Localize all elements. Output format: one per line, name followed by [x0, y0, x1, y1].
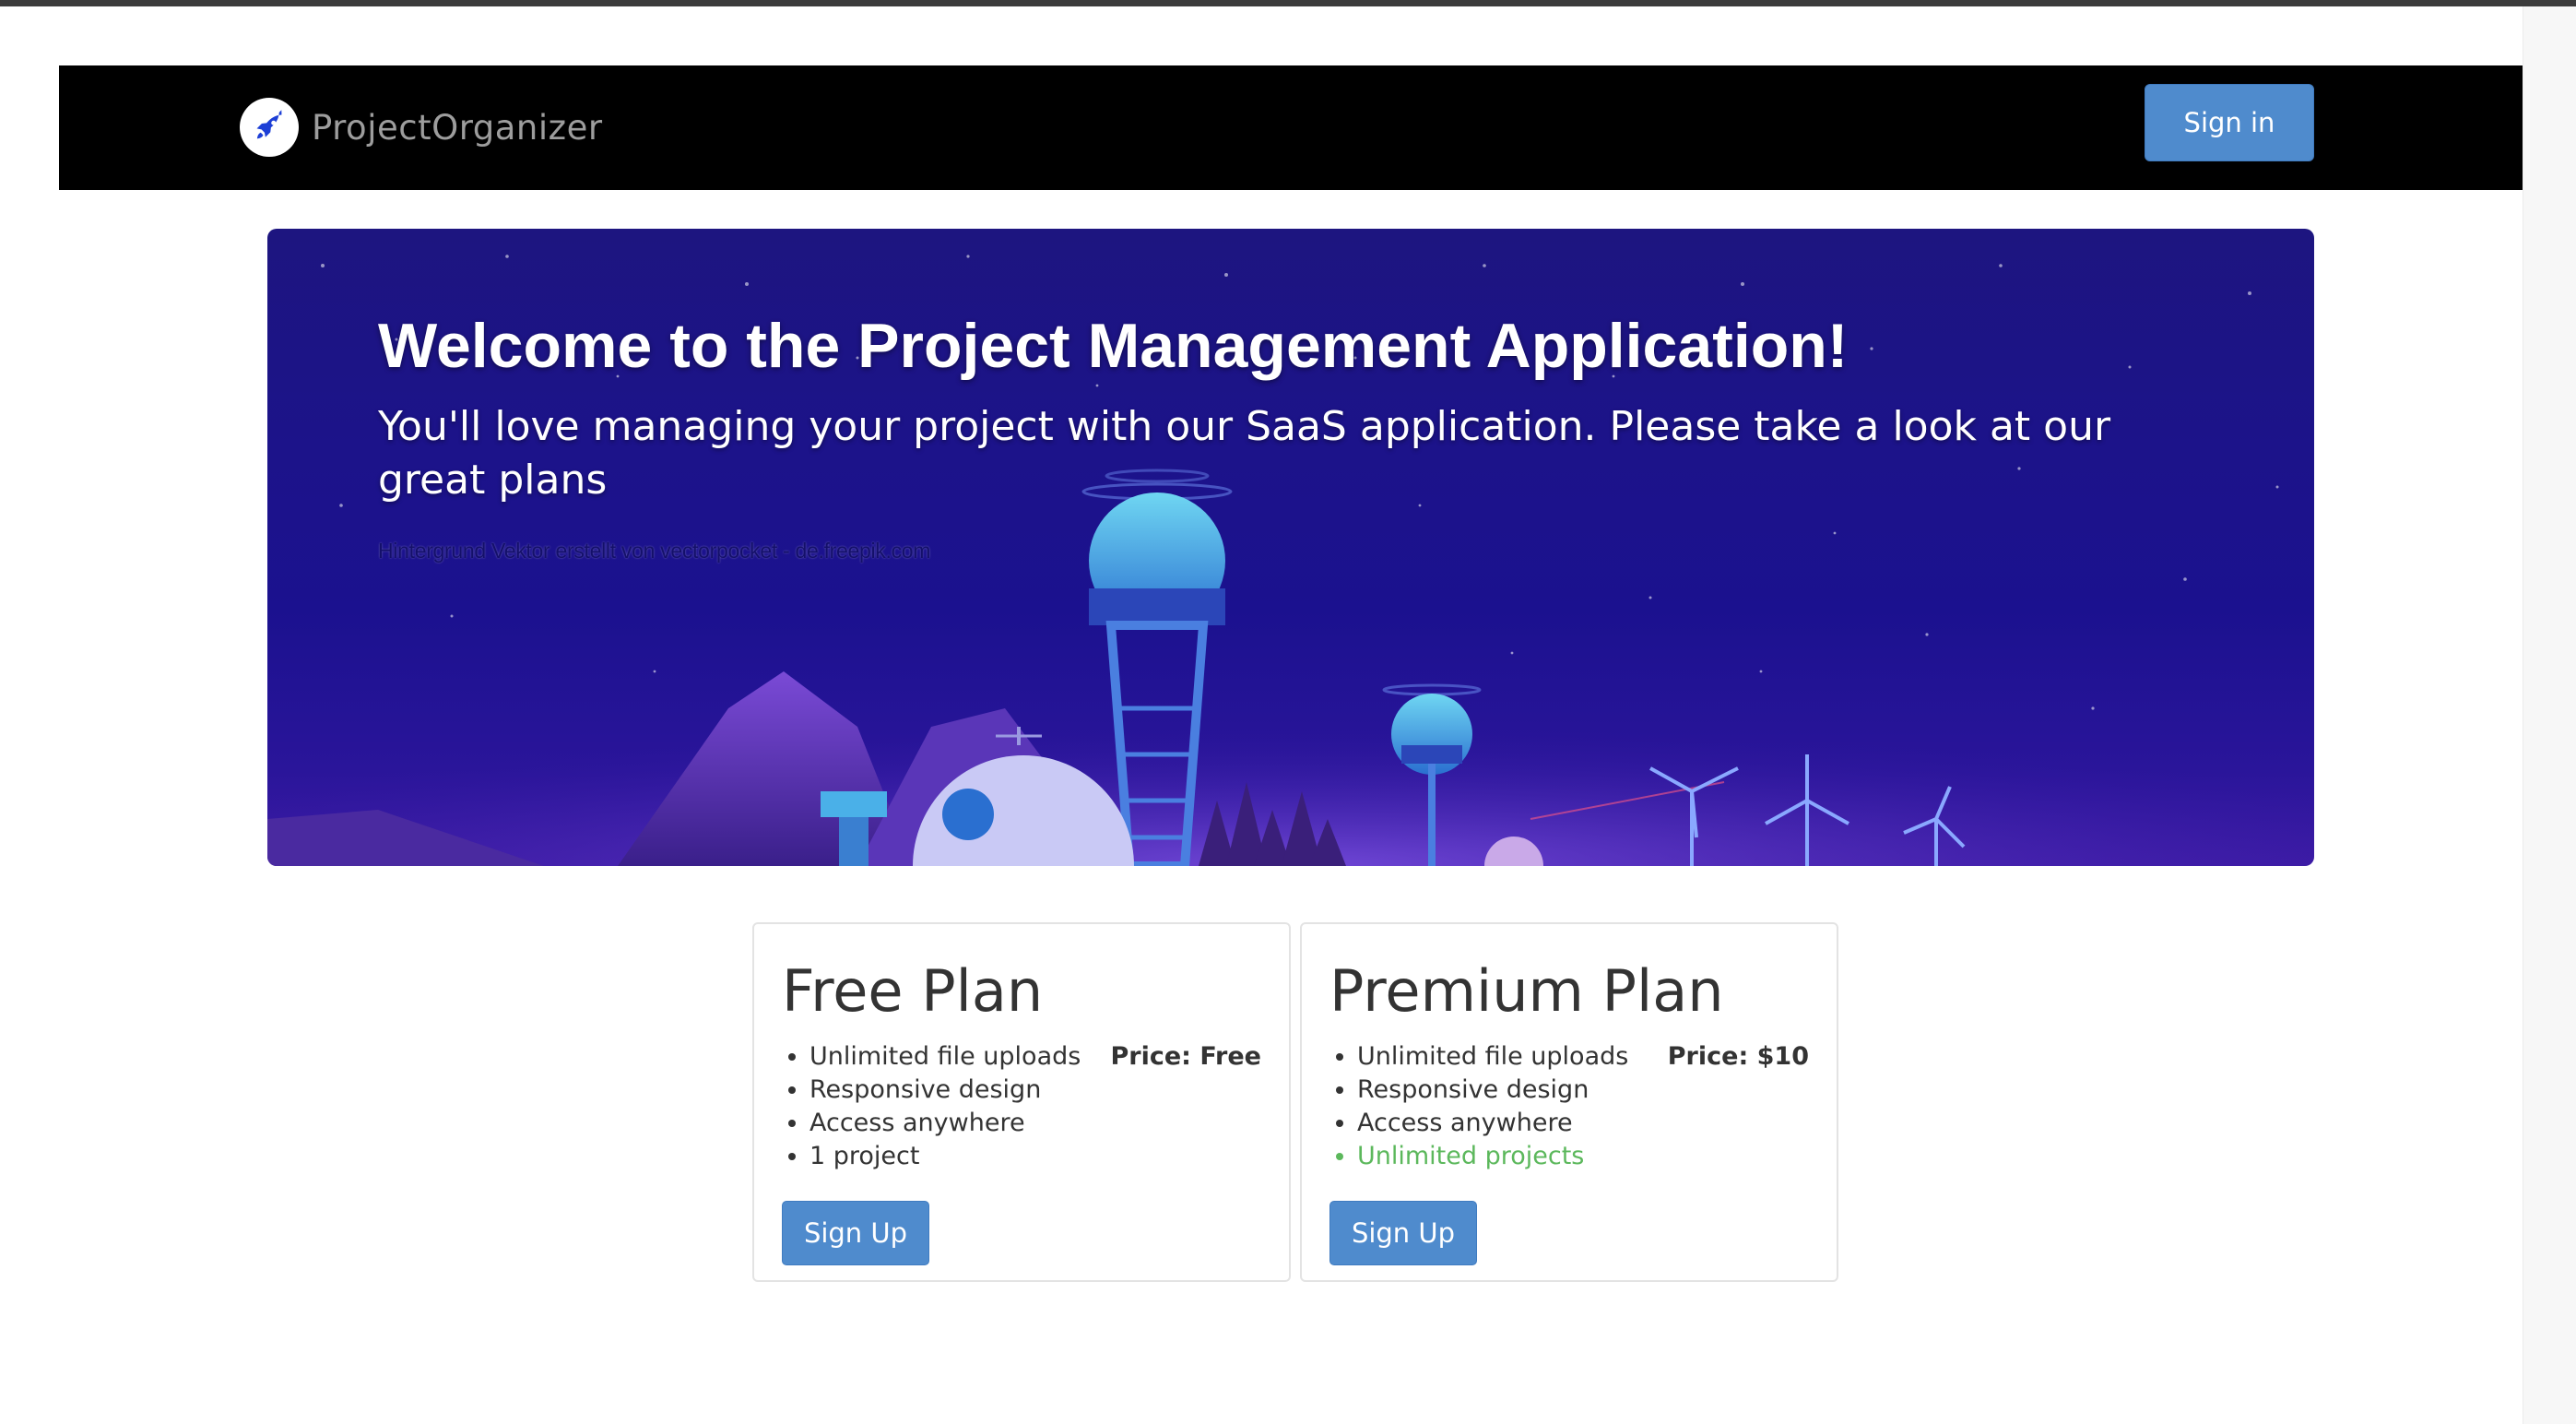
- plan-price: Price: $10: [1667, 1042, 1809, 1071]
- hero-subtitle: You'll love managing your project with o…: [378, 403, 2111, 504]
- plan-price: Price: Free: [1110, 1042, 1261, 1071]
- brand-name: ProjectOrganizer: [312, 107, 603, 148]
- brand-link[interactable]: ProjectOrganizer: [240, 93, 603, 161]
- plan-features: Unlimited file uploads Responsive design…: [1329, 1040, 1628, 1173]
- hero-banner: Welcome to the Project Management Applic…: [267, 229, 2314, 866]
- signin-button[interactable]: Sign in: [2145, 84, 2314, 161]
- plan-title: Premium Plan: [1329, 957, 1724, 1025]
- free-plan-card: Free Plan Unlimited file uploads Respons…: [752, 922, 1291, 1282]
- feature-item: Access anywhere: [809, 1107, 1081, 1140]
- feature-item-highlight: Unlimited projects: [1357, 1140, 1628, 1173]
- browser-top-bar: [0, 0, 2576, 6]
- free-signup-button[interactable]: Sign Up: [782, 1201, 929, 1265]
- scrollbar-gutter: [2523, 6, 2576, 1424]
- feature-item: Responsive design: [1357, 1074, 1628, 1107]
- premium-plan-card: Premium Plan Unlimited file uploads Resp…: [1300, 922, 1838, 1282]
- hero-image-credit[interactable]: Hintergrund Vektor erstellt von vectorpo…: [378, 539, 930, 564]
- feature-item: 1 project: [809, 1140, 1081, 1173]
- navbar: ProjectOrganizer Sign in: [59, 65, 2523, 190]
- rocket-icon: [240, 98, 299, 157]
- plan-title: Free Plan: [782, 957, 1044, 1025]
- hero-title: Welcome to the Project Management Applic…: [378, 311, 1849, 381]
- feature-item: Access anywhere: [1357, 1107, 1628, 1140]
- feature-item: Unlimited file uploads: [1357, 1040, 1628, 1074]
- feature-item: Unlimited file uploads: [809, 1040, 1081, 1074]
- feature-item: Responsive design: [809, 1074, 1081, 1107]
- premium-signup-button[interactable]: Sign Up: [1329, 1201, 1477, 1265]
- plan-features: Unlimited file uploads Responsive design…: [782, 1040, 1081, 1173]
